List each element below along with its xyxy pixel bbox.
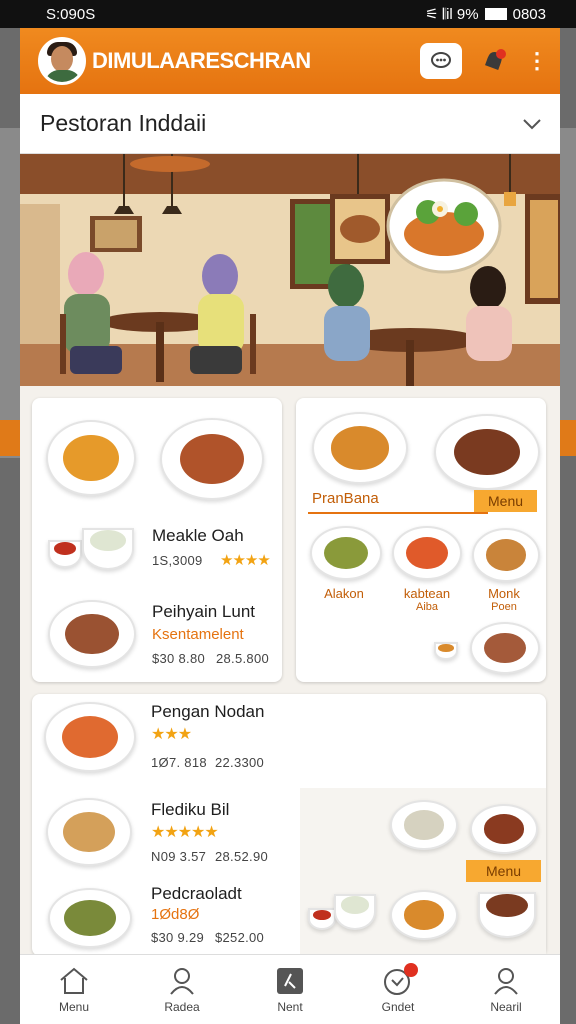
category-image[interactable] (310, 526, 382, 580)
dish-name[interactable]: Pedcraoladt (151, 884, 242, 904)
background-accent-right (560, 420, 576, 456)
chevron-down-icon[interactable] (522, 118, 542, 130)
menu-categories-card: PranBana Menu Alakon kabtean Aiba Monk P… (296, 398, 546, 682)
dish-image[interactable] (44, 702, 136, 772)
menu-tag[interactable]: Menu (466, 860, 542, 882)
dish-subtitle: 1Ød8Ø (151, 906, 200, 923)
profile-icon (494, 967, 518, 995)
dish-price-alt: 28.52.90 (215, 849, 269, 864)
menu-tag[interactable]: Menu (474, 490, 538, 512)
restaurant-hero-image (20, 154, 560, 386)
nav-label: Radea (164, 999, 200, 1014)
dish-price: 1Ø7. 818 (151, 755, 207, 770)
background-panel-left (0, 128, 20, 458)
rating-stars: ★★★ (151, 726, 192, 743)
dish-price: $30 8.80 (152, 651, 206, 666)
dish-name[interactable]: Peihyain Lunt (152, 602, 255, 622)
dish-subtitle: Ksentamelent (152, 626, 244, 643)
dish-name[interactable]: Pengan Nodan (151, 702, 264, 722)
sauce-bowl-image[interactable] (308, 908, 336, 930)
dish-image[interactable] (160, 418, 264, 500)
dish-image[interactable] (48, 600, 136, 668)
dish-image[interactable] (312, 412, 408, 484)
home-icon (60, 967, 88, 994)
category-sublabel: Poen (491, 601, 517, 613)
dish-image[interactable] (390, 890, 458, 940)
dish-name[interactable]: Meakle Oah (152, 526, 244, 546)
nav-item-menu[interactable]: Menu (20, 955, 128, 1024)
restaurant-name: Pestoran Inddaii (40, 110, 207, 136)
dish-icon (277, 967, 303, 994)
section-label: PranBana (312, 490, 379, 507)
avatar[interactable] (38, 37, 86, 85)
dish-price: 1S,3009 (152, 553, 203, 568)
dish-price: N09 3.57 (151, 849, 207, 864)
app-bar: DIMULAARESCHRAN ⋮ (20, 28, 560, 94)
restaurant-selector[interactable]: Pestoran Inddaii (20, 94, 560, 154)
dish-image[interactable] (470, 804, 538, 854)
category-sublabel: Aiba (415, 601, 439, 613)
app-title: DIMULAARESCHRAN (92, 48, 311, 73)
nav-item-nearil[interactable]: Nearil (452, 955, 560, 1024)
status-clock: 0803 (512, 5, 546, 23)
category-label[interactable]: Alakon (314, 586, 374, 601)
sauce-bowl-image[interactable] (48, 540, 82, 568)
background-accent-left (0, 420, 20, 456)
nav-item-radea[interactable]: Radea (128, 955, 236, 1024)
more-options-icon[interactable]: ⋮ (526, 48, 548, 74)
nav-label: Gndet (381, 999, 415, 1014)
app-screen: DIMULAARESCHRAN ⋮ Pestoran Inddaii Meakl… (20, 28, 560, 1024)
dish-price: $30 9.29 (151, 930, 205, 945)
featured-dishes-card: Pengan Nodan ★★★ 1Ø7. 818 22.3300 Fledik… (32, 694, 546, 956)
category-image[interactable] (472, 528, 540, 582)
rating-stars: ★★★★★ (151, 824, 219, 841)
restaurant-interior-illustration (20, 154, 560, 386)
dish-image[interactable] (390, 800, 458, 850)
side-dish-image[interactable] (82, 528, 134, 570)
nav-label: Menu (58, 999, 90, 1014)
dish-image[interactable] (434, 414, 540, 490)
dish-price-alt: $252.00 (215, 930, 265, 945)
section-divider (308, 512, 488, 514)
nav-item-nent[interactable]: Nent (236, 955, 344, 1024)
popular-dishes-card: Meakle Oah 1S,3009 ★★★★ Peihyain Lunt Ks… (32, 398, 282, 682)
status-time: S:090S (46, 5, 96, 23)
dish-price-alt: 22.3300 (215, 755, 265, 770)
dish-image[interactable] (46, 420, 136, 496)
notification-button[interactable] (476, 43, 512, 79)
sauce-bowl-image[interactable] (434, 642, 458, 660)
rating-stars: ★★★★ (220, 552, 271, 569)
bell-icon (485, 49, 506, 70)
background-panel-right (560, 128, 576, 428)
dish-name[interactable]: Flediku Bil (151, 800, 229, 820)
dish-price-alt: 28.5.800 (216, 651, 270, 666)
chat-button[interactable] (420, 43, 462, 79)
notification-badge (404, 963, 418, 977)
dish-image[interactable] (470, 622, 540, 674)
dish-bowl-image[interactable] (478, 892, 536, 938)
side-dish-image[interactable] (334, 894, 376, 930)
dish-image[interactable] (46, 798, 132, 866)
nav-item-gndet[interactable]: Gndet (344, 955, 452, 1024)
category-label[interactable]: Monk (474, 586, 534, 601)
signal-icon: ⚟ 𝄃il 9% (425, 6, 479, 23)
category-label[interactable]: kabtean (394, 586, 460, 601)
chat-icon (431, 52, 451, 68)
status-bar: S:090S ⚟ 𝄃il 9% 0803 (0, 0, 576, 28)
dish-image[interactable] (48, 888, 132, 948)
bottom-navigation: Menu Radea Nent Gndet Nearil (20, 954, 560, 1024)
nav-label: Nent (277, 999, 303, 1014)
category-image[interactable] (392, 526, 462, 580)
battery-icon (484, 8, 507, 20)
nav-label: Nearil (490, 999, 522, 1014)
user-icon (170, 967, 194, 995)
